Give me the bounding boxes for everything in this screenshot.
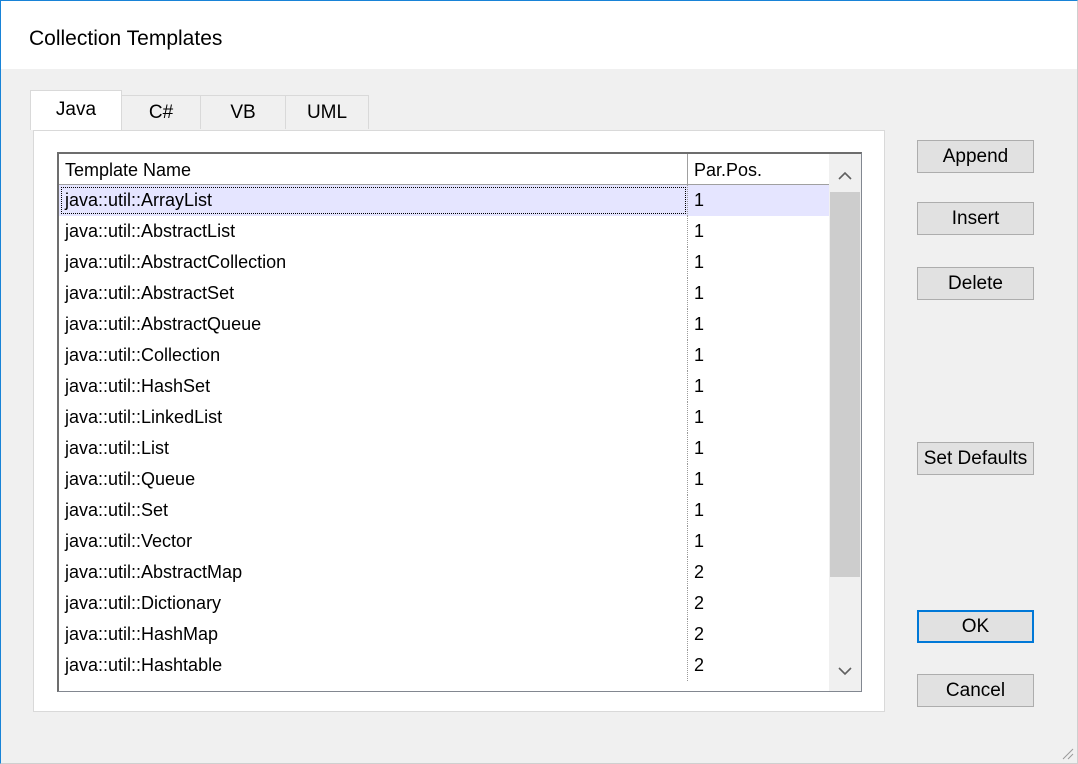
par-pos-cell: 2 <box>694 655 705 675</box>
insert-button[interactable]: Insert <box>917 202 1034 235</box>
template-name-cell: java::util::AbstractSet <box>65 283 235 303</box>
template-name-cell: java::util::Queue <box>65 469 196 489</box>
template-name-cell: java::util::Vector <box>65 531 193 551</box>
dialog-title: Collection Templates <box>29 27 223 50</box>
template-name-cell: java::util::Hashtable <box>65 655 223 675</box>
par-pos-cell: 2 <box>694 562 705 582</box>
table-row[interactable]: java::util::HashMap 2 <box>59 619 829 650</box>
table-row[interactable]: java::util::AbstractMap 2 <box>59 557 829 588</box>
table-row[interactable]: java::util::AbstractQueue 1 <box>59 309 829 340</box>
scrollbar-thumb[interactable] <box>830 192 860 577</box>
tab-csharp[interactable]: C# <box>121 95 201 129</box>
table-row[interactable]: java::util::Hashtable 2 <box>59 650 829 681</box>
template-name-cell: java::util::AbstractMap <box>65 562 243 582</box>
template-name-cell: java::util::AbstractList <box>65 221 236 241</box>
table-row[interactable]: java::util::AbstractCollection 1 <box>59 247 829 278</box>
column-header-par-pos[interactable]: Par.Pos. <box>688 154 829 184</box>
tab-vb[interactable]: VB <box>200 95 286 129</box>
table-row[interactable]: java::util::List 1 <box>59 433 829 464</box>
table-row[interactable]: java::util::Queue 1 <box>59 464 829 495</box>
title-bar: Collection Templates <box>1 1 1077 69</box>
cancel-button[interactable]: Cancel <box>917 674 1034 707</box>
par-pos-cell: 1 <box>694 500 705 520</box>
template-name-cell: java::util::AbstractCollection <box>65 252 287 272</box>
par-pos-cell: 1 <box>688 185 829 216</box>
table-row[interactable]: java::util::AbstractSet 1 <box>59 278 829 309</box>
language-tabs: Java C# VB UML <box>30 90 370 133</box>
par-pos-cell: 1 <box>694 407 705 427</box>
chevron-up-icon[interactable] <box>829 160 861 190</box>
par-pos-cell: 1 <box>694 252 705 272</box>
par-pos-cell: 1 <box>694 314 705 334</box>
template-name-cell: java::util::ArrayList <box>59 185 688 216</box>
chevron-down-icon[interactable] <box>829 655 861 685</box>
vertical-scrollbar[interactable] <box>829 154 861 691</box>
resize-grip-icon[interactable] <box>1060 746 1074 760</box>
template-name-cell: java::util::List <box>65 438 170 458</box>
template-name-cell: java::util::Collection <box>65 345 221 365</box>
append-button[interactable]: Append <box>917 140 1034 173</box>
template-name-cell: java::util::AbstractQueue <box>65 314 262 334</box>
table-row[interactable]: java::util::AbstractList 1 <box>59 216 829 247</box>
par-pos-cell: 2 <box>694 593 705 613</box>
template-name-cell: java::util::HashSet <box>65 376 211 396</box>
par-pos-cell: 1 <box>694 469 705 489</box>
column-header-template-name[interactable]: Template Name <box>59 154 688 184</box>
list-header: Template Name Par.Pos. <box>59 154 829 185</box>
par-pos-cell: 1 <box>694 531 705 551</box>
set-defaults-button[interactable]: Set Defaults <box>917 442 1034 475</box>
table-row[interactable]: java::util::Collection 1 <box>59 340 829 371</box>
par-pos-cell: 1 <box>694 283 705 303</box>
par-pos-cell: 1 <box>694 376 705 396</box>
table-row[interactable]: java::util::HashSet 1 <box>59 371 829 402</box>
template-name-cell: java::util::LinkedList <box>65 407 223 427</box>
table-row[interactable]: java::util::LinkedList 1 <box>59 402 829 433</box>
template-list[interactable]: Template Name Par.Pos. java::util::Array… <box>57 152 862 692</box>
template-name-cell: java::util::Set <box>65 500 169 520</box>
tab-uml[interactable]: UML <box>285 95 369 129</box>
list-rows: java::util::ArrayList 1 java::util::Abstra… <box>59 185 829 681</box>
template-name-cell: java::util::Dictionary <box>65 593 222 613</box>
par-pos-cell: 1 <box>694 438 705 458</box>
table-row[interactable]: java::util::Dictionary 2 <box>59 588 829 619</box>
table-row[interactable]: java::util::Set 1 <box>59 495 829 526</box>
par-pos-cell: 1 <box>694 221 705 241</box>
par-pos-cell: 2 <box>694 624 705 644</box>
template-name-cell: java::util::HashMap <box>65 624 219 644</box>
delete-button[interactable]: Delete <box>917 267 1034 300</box>
tab-java[interactable]: Java <box>30 90 122 130</box>
par-pos-cell: 1 <box>694 345 705 365</box>
ok-button[interactable]: OK <box>917 610 1034 643</box>
table-row[interactable]: java::util::Vector 1 <box>59 526 829 557</box>
table-row[interactable]: java::util::ArrayList 1 <box>59 185 829 216</box>
